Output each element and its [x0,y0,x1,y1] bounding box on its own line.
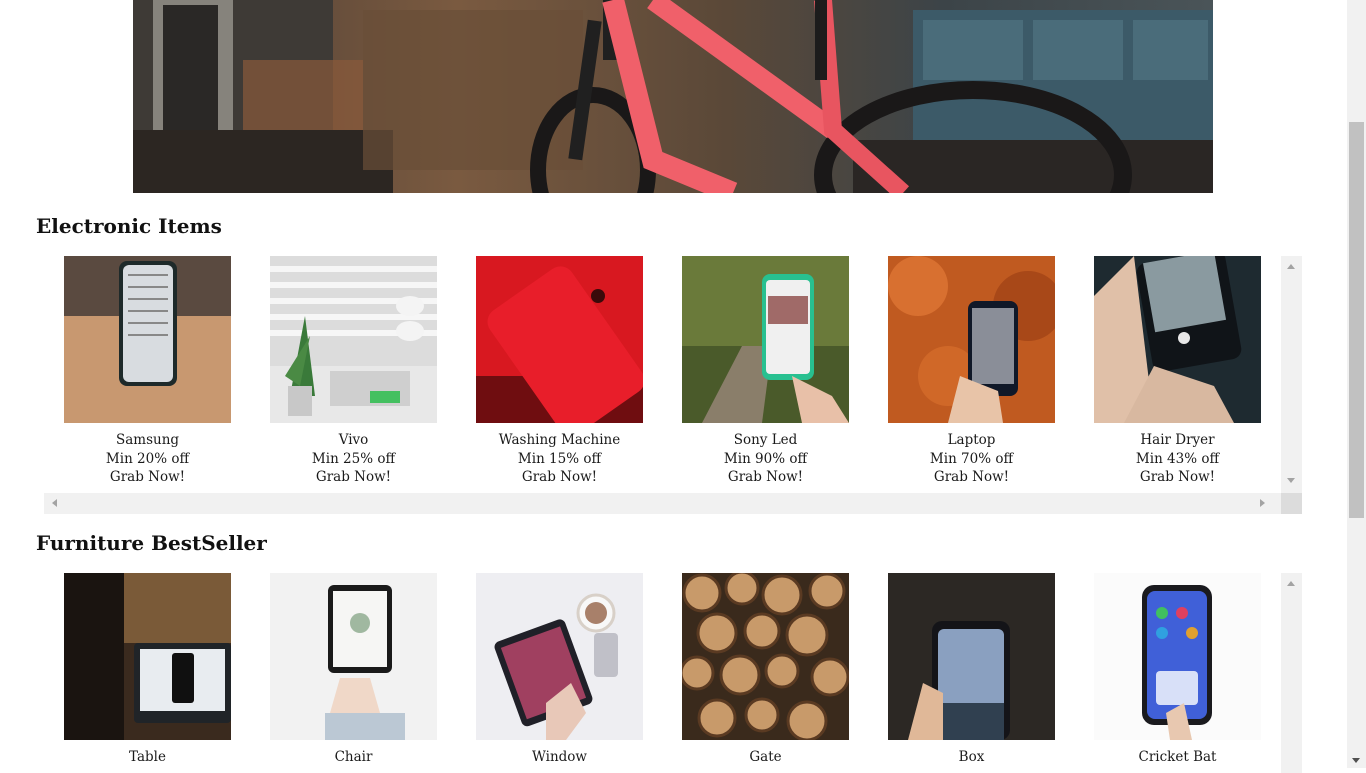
grab-now-link[interactable]: Grab Now! [270,468,437,487]
product-offer: Min 90% off [723,450,808,467]
hero-banner-image [133,0,1213,193]
product-image-window[interactable] [476,573,643,740]
product-offer: Min 20% off [105,450,190,467]
product-offer: Min 15% off [517,450,602,467]
product-name: Cricket Bat [1138,749,1217,765]
product-card-box[interactable]: Box [888,573,1055,767]
product-name: Laptop [947,432,996,448]
product-image-vivo[interactable] [270,256,437,423]
page-scroll-down-arrow-icon[interactable] [1352,758,1360,763]
electronics-horizontal-scrollbar[interactable] [44,493,1281,514]
scroll-up-arrow-icon[interactable] [1287,264,1295,269]
product-name: Hair Dryer [1140,432,1215,448]
product-card-samsung[interactable]: Samsung Min 20% off Grab Now! [64,256,231,487]
furniture-carousel[interactable]: Table Chair Window Gate Box Cricket Bat [44,573,1302,773]
electronics-carousel[interactable]: Samsung Min 20% off Grab Now! Vivo Min 2… [44,256,1302,514]
section-title-electronic-items: Electronic Items [36,214,222,238]
product-offer: Min 25% off [311,450,396,467]
product-name: Sony Led [733,432,798,448]
product-image-box[interactable] [888,573,1055,740]
product-offer: Min 43% off [1135,450,1220,467]
product-card-cricket-bat[interactable]: Cricket Bat [1094,573,1261,767]
product-name: Washing Machine [498,432,621,448]
product-image-hair-dryer[interactable] [1094,256,1261,423]
product-card-gate[interactable]: Gate [682,573,849,767]
product-card-hair-dryer[interactable]: Hair Dryer Min 43% off Grab Now! [1094,256,1261,487]
product-card-chair[interactable]: Chair [270,573,437,767]
page-scrollbar-thumb[interactable] [1349,122,1364,518]
electronics-vertical-scrollbar[interactable] [1281,256,1302,493]
scroll-down-arrow-icon[interactable] [1287,478,1295,483]
grab-now-link[interactable]: Grab Now! [682,468,849,487]
grab-now-link[interactable]: Grab Now! [888,468,1055,487]
section-title-furniture-bestseller: Furniture BestSeller [36,531,267,555]
product-card-sony-led[interactable]: Sony Led Min 90% off Grab Now! [682,256,849,487]
product-image-gate[interactable] [682,573,849,740]
product-name: Gate [749,749,782,765]
product-name: Window [532,749,587,765]
scroll-right-arrow-icon[interactable] [1260,499,1265,507]
product-card-table[interactable]: Table [64,573,231,767]
grab-now-link[interactable]: Grab Now! [1094,468,1261,487]
scroll-up-arrow-icon[interactable] [1287,581,1295,586]
product-card-vivo[interactable]: Vivo Min 25% off Grab Now! [270,256,437,487]
product-image-chair[interactable] [270,573,437,740]
scroll-left-arrow-icon[interactable] [52,499,57,507]
product-image-washing-machine[interactable] [476,256,643,423]
product-offer: Min 70% off [929,450,1014,467]
product-card-washing-machine[interactable]: Washing Machine Min 15% off Grab Now! [476,256,643,487]
product-image-samsung[interactable] [64,256,231,423]
product-image-sony-led[interactable] [682,256,849,423]
product-image-laptop[interactable] [888,256,1055,423]
product-card-laptop[interactable]: Laptop Min 70% off Grab Now! [888,256,1055,487]
scrollbar-corner [1281,493,1302,514]
product-name: Chair [334,749,373,765]
product-name: Samsung [115,432,180,448]
grab-now-link[interactable]: Grab Now! [64,468,231,487]
furniture-vertical-scrollbar[interactable] [1281,573,1302,773]
grab-now-link[interactable]: Grab Now! [476,468,643,487]
product-name: Table [129,749,166,765]
product-image-table[interactable] [64,573,231,740]
product-card-window[interactable]: Window [476,573,643,767]
product-image-cricket-bat[interactable] [1094,573,1261,740]
product-name: Box [958,749,985,765]
page-scrollbar[interactable] [1347,0,1366,768]
product-name: Vivo [338,432,369,448]
